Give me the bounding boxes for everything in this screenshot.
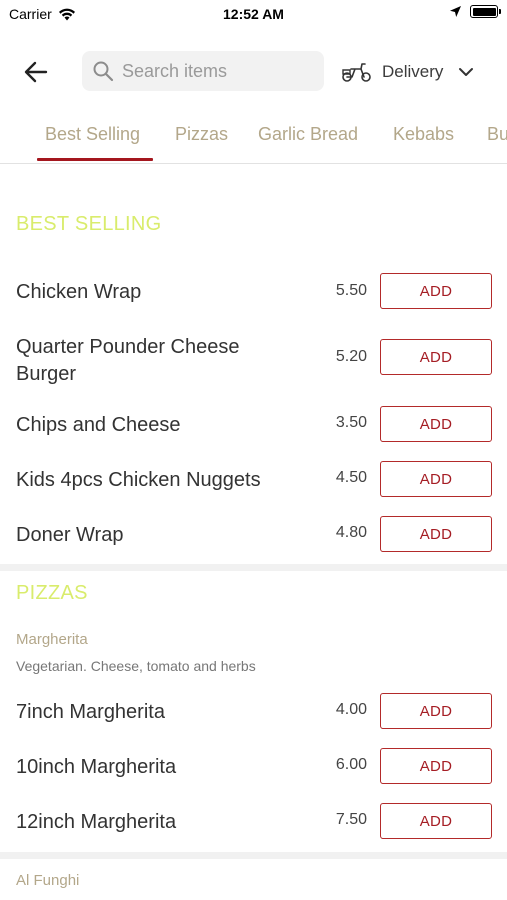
item-name: Doner Wrap bbox=[16, 524, 124, 546]
item-name: Chips and Cheese bbox=[16, 414, 181, 436]
add-button[interactable]: ADD bbox=[380, 803, 492, 839]
search-icon bbox=[93, 61, 114, 82]
search-box[interactable] bbox=[82, 51, 324, 91]
item-price: 3.50 bbox=[335, 414, 367, 431]
back-arrow-icon bbox=[24, 61, 48, 83]
group-title: Margherita bbox=[16, 631, 88, 648]
search-input[interactable] bbox=[122, 60, 312, 82]
location-arrow-icon bbox=[450, 6, 461, 17]
tab-burgers[interactable]: Bu bbox=[487, 124, 507, 145]
add-button[interactable]: ADD bbox=[380, 516, 492, 552]
item-price: 5.20 bbox=[335, 348, 367, 365]
active-tab-indicator bbox=[37, 158, 153, 161]
back-button[interactable] bbox=[18, 56, 54, 88]
add-button[interactable]: ADD bbox=[380, 273, 492, 309]
item-price: 4.00 bbox=[335, 701, 367, 718]
status-bar-right bbox=[449, 5, 501, 18]
battery-icon bbox=[470, 5, 501, 18]
item-name: 10inch Margherita bbox=[16, 756, 177, 778]
section-title-pizzas: PIZZAS bbox=[16, 582, 88, 604]
add-button[interactable]: ADD bbox=[380, 406, 492, 442]
scooter-icon bbox=[342, 63, 371, 82]
tab-best-selling[interactable]: Best Selling bbox=[45, 124, 140, 145]
tab-kebabs[interactable]: Kebabs bbox=[393, 124, 454, 145]
item-name: Chicken Wrap bbox=[16, 281, 142, 303]
delivery-selector[interactable]: Delivery bbox=[341, 56, 474, 88]
add-button[interactable]: ADD bbox=[380, 693, 492, 729]
group-title: Al Funghi bbox=[16, 872, 80, 889]
status-time: 12:52 AM bbox=[223, 6, 284, 22]
item-name: 7inch Margherita bbox=[16, 701, 165, 723]
item-price: 7.50 bbox=[335, 811, 367, 828]
section-divider bbox=[0, 852, 507, 859]
header: Delivery bbox=[0, 46, 507, 98]
chevron-down-icon bbox=[459, 68, 474, 76]
category-tabs: Best Selling Pizzas Garlic Bread Kebabs … bbox=[0, 112, 507, 164]
item-name: Quarter Pounder Cheese Burger bbox=[16, 336, 240, 385]
tab-pizzas[interactable]: Pizzas bbox=[175, 124, 228, 145]
add-button[interactable]: ADD bbox=[380, 339, 492, 375]
item-name: 12inch Margherita bbox=[16, 811, 177, 833]
item-price: 6.00 bbox=[335, 756, 367, 773]
item-price: 4.80 bbox=[335, 524, 367, 541]
status-bar: Carrier 12:52 AM bbox=[0, 0, 507, 28]
group-description: Vegetarian. Cheese, tomato and herbs bbox=[16, 658, 256, 674]
add-button[interactable]: ADD bbox=[380, 461, 492, 497]
section-title-best-selling: BEST SELLING bbox=[16, 213, 162, 235]
tab-garlic-bread[interactable]: Garlic Bread bbox=[258, 124, 358, 145]
item-price: 4.50 bbox=[335, 469, 367, 486]
item-price: 5.50 bbox=[335, 282, 367, 299]
delivery-label: Delivery bbox=[382, 62, 444, 81]
section-divider bbox=[0, 564, 507, 571]
item-name: Kids 4pcs Chicken Nuggets bbox=[16, 469, 261, 491]
add-button[interactable]: ADD bbox=[380, 748, 492, 784]
